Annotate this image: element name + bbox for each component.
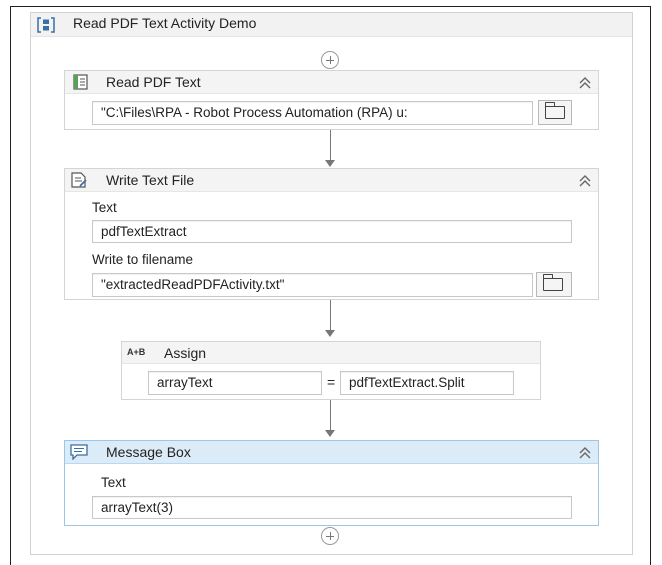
folder-icon xyxy=(542,274,563,291)
write-filename-input[interactable]: "extractedReadPDFActivity.txt" xyxy=(92,273,533,297)
assign-title: Assign xyxy=(164,345,207,361)
add-activity-bottom-button[interactable] xyxy=(321,527,339,545)
sequence-title: Read PDF Text Activity Demo xyxy=(73,15,257,31)
assign-value-input[interactable]: pdfTextExtract.Split xyxy=(340,371,514,395)
message-box-text-input[interactable]: arrayText(3) xyxy=(92,496,572,519)
assign-icon: A+B xyxy=(127,347,146,357)
frame-top-border xyxy=(10,6,650,7)
connector-line xyxy=(330,300,331,330)
collapse-message-box-icon[interactable] xyxy=(578,447,592,459)
collapse-read-pdf-icon[interactable] xyxy=(578,77,592,89)
read-pdf-icon xyxy=(72,74,90,90)
sequence-icon xyxy=(37,17,55,33)
write-file-icon xyxy=(70,172,88,188)
connector-arrow-icon xyxy=(325,430,335,437)
connector-arrow-icon xyxy=(325,330,335,337)
message-box-text-label: Text xyxy=(101,475,126,490)
write-text-input[interactable]: pdfTextExtract xyxy=(92,220,572,243)
read-pdf-filename-input[interactable]: "C:\Files\RPA - Robot Process Automation… xyxy=(92,101,533,125)
connector-line xyxy=(330,130,331,160)
message-box-icon xyxy=(70,444,88,461)
add-activity-top-button[interactable] xyxy=(321,51,339,69)
read-pdf-text-title: Read PDF Text xyxy=(106,74,201,90)
assign-to-input[interactable]: arrayText xyxy=(148,371,322,395)
write-text-file-title: Write Text File xyxy=(106,172,195,188)
read-pdf-browse-button[interactable] xyxy=(538,100,572,125)
connector-arrow-icon xyxy=(325,160,335,167)
frame-left-border xyxy=(10,6,11,565)
write-text-label: Text xyxy=(92,200,117,215)
folder-icon xyxy=(544,102,565,119)
write-filename-browse-button[interactable] xyxy=(536,272,572,297)
collapse-write-text-icon[interactable] xyxy=(578,175,592,187)
connector-line xyxy=(330,400,331,430)
write-filename-label: Write to filename xyxy=(92,252,194,267)
message-box-title: Message Box xyxy=(106,444,191,460)
assign-equals: = xyxy=(327,374,336,390)
frame-right-border xyxy=(650,6,651,565)
